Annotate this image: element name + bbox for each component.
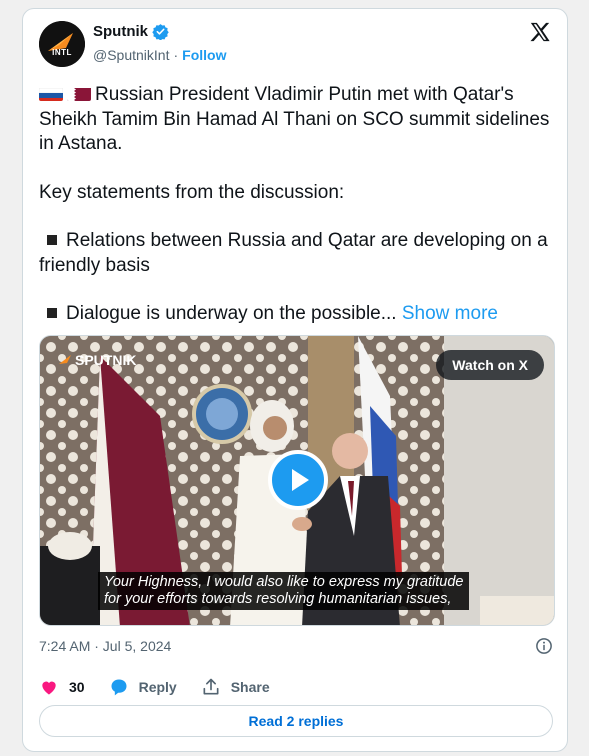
like-button[interactable]: 30 — [39, 677, 85, 697]
handle[interactable]: @SputnikInt — [93, 47, 169, 63]
name-row: Sputnik — [93, 23, 169, 40]
separator-dot: · — [173, 47, 179, 63]
info-icon[interactable] — [535, 637, 553, 655]
bullet-square-icon — [47, 307, 57, 318]
share-label: Share — [230, 679, 270, 695]
sputnik-watermark: SPUTNIK — [58, 352, 136, 368]
bullet-square-icon — [47, 234, 57, 245]
timestamp-row: 7:24 AM · Jul 5, 2024 — [39, 637, 553, 655]
subtitle-line-1: Your Highness, I would also like to expr… — [104, 574, 464, 590]
qatar-flag-icon — [67, 86, 91, 101]
avatar[interactable]: INTL — [39, 21, 85, 67]
share-icon — [203, 678, 219, 695]
subtitle-line-2: for your efforts towards resolving human… — [104, 591, 452, 607]
reply-label: Reply — [138, 679, 177, 695]
sputnik-watermark-icon — [59, 355, 71, 364]
verified-badge-icon — [152, 24, 169, 40]
tweet-line-intro: Russian President Vladimir Putin met wit… — [39, 84, 550, 154]
russia-flag-icon — [39, 86, 63, 101]
watermark-label: SPUTNIK — [75, 352, 137, 368]
video-subtitle: Your Highness, I would also like to expr… — [98, 572, 470, 610]
video-player[interactable]: SPUTNIK Watch on X Your Highness, I woul… — [39, 335, 555, 626]
sputnik-logo-icon — [39, 21, 85, 67]
action-bar: 30 Reply Share — [39, 677, 294, 697]
watch-on-x-button[interactable]: Watch on X — [436, 350, 544, 380]
heart-icon — [42, 681, 56, 695]
tweet-text: Russian President Vladimir Putin met wit… — [39, 83, 559, 327]
like-count: 30 — [69, 679, 85, 695]
play-button[interactable] — [268, 450, 328, 510]
timestamp[interactable]: 7:24 AM · Jul 5, 2024 — [39, 638, 171, 654]
x-logo-icon[interactable] — [529, 21, 551, 43]
reply-button[interactable]: Reply — [109, 677, 177, 697]
tweet-line-key-statements: Key statements from the discussion: — [39, 181, 345, 203]
avatar-label: INTL — [52, 48, 72, 57]
share-button[interactable]: Share — [201, 677, 270, 697]
bullet-relations: Relations between Russia and Qatar are d… — [39, 230, 548, 276]
handle-row: @SputnikInt · Follow — [93, 47, 226, 63]
show-more-link[interactable]: Show more — [402, 303, 498, 324]
reply-bubble-icon — [111, 679, 127, 696]
follow-button[interactable]: Follow — [182, 47, 226, 63]
display-name[interactable]: Sputnik — [93, 23, 148, 40]
tweet-card: INTL Sputnik @SputnikInt · Follow Russia… — [22, 8, 568, 752]
read-replies-button[interactable]: Read 2 replies — [39, 705, 553, 737]
bullet-dialogue: Dialogue is underway on the possible... — [66, 303, 397, 324]
play-icon — [292, 469, 309, 491]
